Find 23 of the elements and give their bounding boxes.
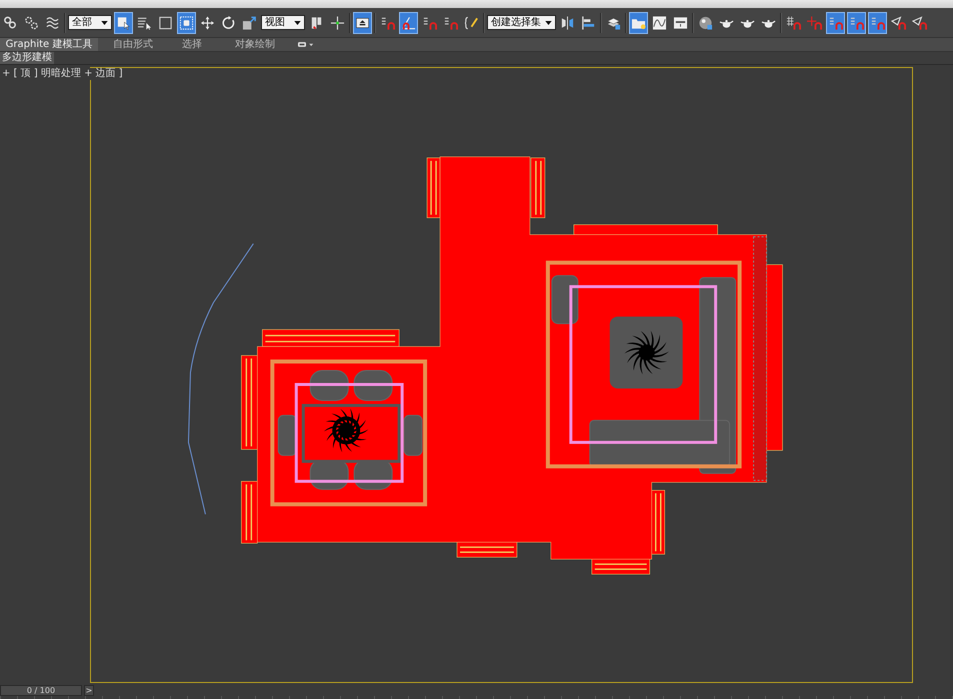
dropdown[interactable]: 全部	[68, 15, 112, 30]
folder-icon[interactable]	[629, 12, 648, 34]
caret-icon	[101, 20, 108, 24]
square-icon[interactable]	[177, 12, 196, 34]
toggle-icon[interactable]	[298, 41, 314, 48]
viewport-label[interactable]: + [ 顶 ] 明暗处理 + 边面 ]	[2, 68, 125, 80]
magnet-icon[interactable]	[826, 12, 845, 34]
caret-icon	[545, 20, 552, 24]
dropdown[interactable]: 创建选择集	[487, 15, 556, 30]
angle-magnet-icon[interactable]	[399, 12, 418, 34]
up-arrow-box-icon[interactable]	[353, 12, 372, 34]
ribbon-tab[interactable]: 自由形式	[98, 38, 168, 51]
panel-tab[interactable]: 多边形建模	[0, 52, 54, 64]
caret-icon	[294, 20, 301, 24]
magnet-icon[interactable]	[847, 12, 866, 34]
cursor-icon[interactable]	[114, 12, 133, 34]
magnet-icon[interactable]	[868, 12, 887, 34]
ribbon-tab[interactable]: 选择	[168, 38, 216, 51]
ribbon-tab[interactable]: 对象绘制	[216, 38, 294, 51]
time-slider-thumb[interactable]: 0 / 100	[0, 685, 82, 696]
ribbon-tab[interactable]: Graphite 建模工具	[0, 38, 98, 51]
next-frame-button[interactable]: >	[84, 685, 94, 696]
dropdown[interactable]: 视图	[261, 15, 305, 30]
